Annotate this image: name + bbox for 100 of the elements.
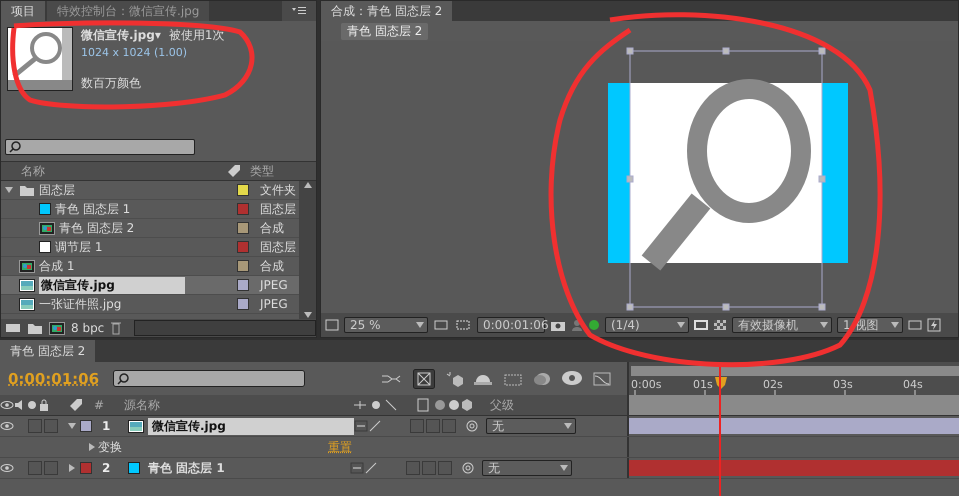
timeline-tab[interactable]: 青色 固态层 2 (0, 340, 96, 362)
shy-switch-icon[interactable] (350, 462, 364, 474)
resolution-dropdown[interactable]: (1/4) (605, 317, 689, 333)
region-of-interest-icon[interactable] (694, 319, 708, 331)
parent-pick-whip-icon[interactable] (466, 420, 478, 432)
region-icon[interactable] (325, 319, 339, 331)
tag-icon[interactable] (68, 398, 84, 412)
project-item[interactable]: 调节层 1 固态层 (1, 238, 299, 257)
composition-tab[interactable]: 合成：青色 固态层 2 (321, 1, 452, 21)
shy-switch-icon[interactable] (354, 420, 368, 432)
project-item[interactable]: 固态层 文件夹 (1, 181, 299, 200)
twirl-icon[interactable] (68, 422, 76, 430)
caret-icon[interactable] (416, 321, 424, 329)
twirl-icon[interactable] (88, 443, 96, 451)
reset-link[interactable]: 重置 (328, 438, 352, 456)
mask-visibility-icon[interactable] (454, 318, 472, 332)
layer-name[interactable]: 青色 固态层 1 (144, 460, 350, 476)
search-field[interactable] (5, 139, 195, 155)
panel-tab[interactable]: 特效控制台：微信宣传.jpg (47, 1, 210, 21)
switch-checkbox[interactable] (406, 461, 420, 475)
bit-depth-button[interactable]: 8 bpc (71, 321, 104, 335)
tag-icon[interactable] (226, 164, 242, 178)
switch-checkbox[interactable] (44, 461, 58, 475)
item-name: 微信宣传.jpg (39, 276, 185, 294)
eye-icon[interactable] (0, 421, 14, 431)
expand-triangle-icon[interactable] (5, 186, 15, 194)
switch-checkbox[interactable] (28, 419, 42, 433)
interpret-footage-icon[interactable] (5, 322, 21, 334)
horizontal-scrollbar[interactable] (134, 320, 316, 336)
column-header[interactable]: 名称 (1, 162, 226, 180)
parent-pick-whip-icon[interactable] (462, 462, 474, 474)
zoom-dropdown[interactable]: 25 % (344, 317, 428, 333)
caret-icon[interactable] (891, 321, 899, 329)
ruler-label: 03s (833, 378, 853, 391)
project-item[interactable]: 青色 固态层 2 合成 (1, 219, 299, 238)
caret-icon[interactable] (564, 422, 572, 430)
search-icon[interactable] (117, 372, 130, 384)
column-header[interactable]: 源名称 (124, 396, 352, 414)
switch-checkbox[interactable] (426, 419, 440, 433)
composition-icon[interactable] (39, 222, 55, 234)
parent-dropdown[interactable]: 无 (482, 460, 572, 476)
solo-dot-icon[interactable] (26, 399, 38, 411)
switch-checkbox[interactable] (44, 419, 58, 433)
bounding-box-drawing[interactable] (626, 48, 826, 310)
folder-icon[interactable] (19, 184, 35, 196)
switch-checkbox[interactable] (28, 461, 42, 475)
search-icon[interactable] (9, 141, 21, 153)
footage-name[interactable]: 微信宣传.jpg▾ (81, 27, 161, 44)
star-cube-icon[interactable] (445, 370, 463, 386)
panel-tab[interactable]: 项目 (1, 1, 45, 21)
vertical-scrollbar[interactable] (299, 181, 316, 319)
column-header[interactable]: 类型 (250, 162, 274, 180)
composition-icon[interactable] (49, 322, 65, 334)
caret-icon[interactable] (560, 464, 568, 472)
fast-preview-icon[interactable] (927, 318, 941, 332)
column-header[interactable]: # (94, 398, 124, 412)
draft-3d-icon[interactable] (413, 368, 435, 388)
motion-blur-icon[interactable] (533, 370, 551, 386)
safe-margins-icon[interactable] (433, 319, 449, 331)
switch-checkbox[interactable] (442, 419, 456, 433)
panel-menu-icon[interactable] (292, 7, 306, 15)
project-item[interactable]: 微信宣传.jpg JPEG (1, 276, 299, 295)
camera-dropdown[interactable]: 有效摄像机 (732, 317, 832, 333)
image-file-icon[interactable] (128, 420, 144, 432)
caret-icon[interactable] (677, 321, 685, 329)
image-file-icon[interactable] (19, 278, 35, 292)
frame-blending-icon[interactable] (503, 372, 523, 386)
switch-checkbox[interactable] (438, 461, 452, 475)
color-circle-icon[interactable] (588, 319, 600, 331)
folder-icon[interactable] (27, 322, 43, 334)
twirl-icon[interactable] (68, 464, 76, 472)
checkerboard-icon[interactable] (713, 319, 727, 331)
layer-name[interactable]: 微信宣传.jpg (148, 418, 354, 434)
composition-breadcrumb[interactable]: 青色 固态层 2 (341, 22, 428, 40)
lock-icon[interactable] (38, 399, 50, 411)
time-ruler[interactable]: 0:00s 01s 02s 03s 04s (627, 362, 959, 395)
eye-icon[interactable] (0, 400, 14, 410)
search-field[interactable] (113, 370, 306, 387)
item-name: 青色 固态层 1 (55, 200, 130, 218)
switch-checkbox[interactable] (410, 419, 424, 433)
project-item[interactable]: 一张证件照.jpg JPEG (1, 295, 299, 314)
parent-dropdown[interactable]: 无 (486, 418, 576, 434)
column-header[interactable]: 父级 (490, 396, 514, 414)
trash-icon[interactable] (110, 321, 122, 335)
image-file-icon[interactable] (19, 298, 35, 310)
graph-editor-icon[interactable] (593, 372, 611, 386)
camera-icon[interactable] (550, 319, 566, 331)
item-type: 固态层 (260, 200, 296, 218)
current-time[interactable]: 0:00:01:06 (8, 370, 100, 388)
layer-switches-icon[interactable] (352, 398, 472, 412)
footage-thumbnail (7, 27, 73, 91)
composition-icon[interactable] (19, 260, 35, 272)
project-item[interactable]: 青色 固态层 1 固态层 (1, 200, 299, 219)
quality-switch-icon[interactable] (364, 462, 378, 474)
twirl-icon[interactable] (5, 186, 13, 194)
quality-switch-icon[interactable] (368, 420, 382, 432)
pixel-aspect-icon[interactable] (908, 319, 922, 331)
switch-checkbox[interactable] (422, 461, 436, 475)
caret-icon[interactable] (820, 321, 828, 329)
eye-icon[interactable] (0, 463, 14, 473)
